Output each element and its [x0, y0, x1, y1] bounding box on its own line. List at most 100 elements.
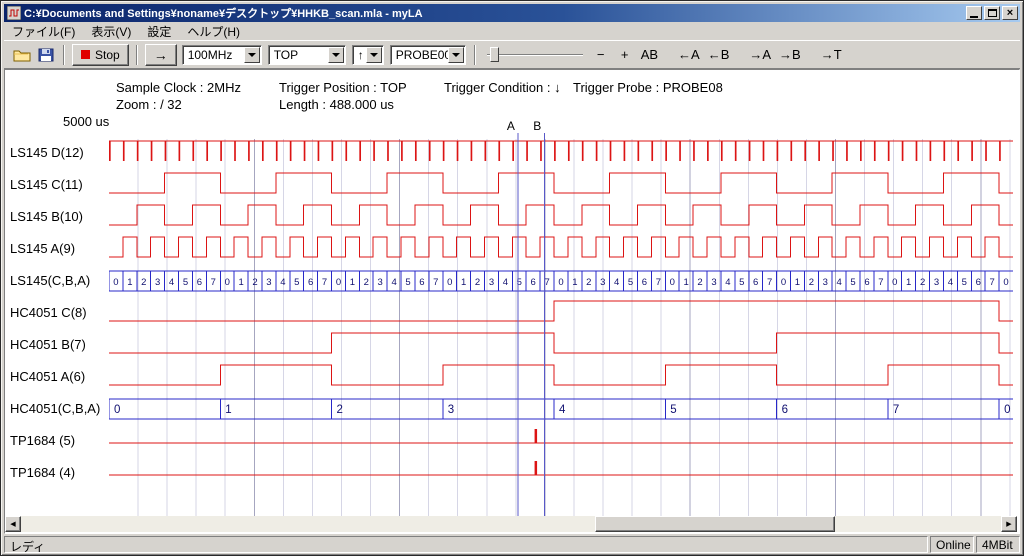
- strobe-pulse: [971, 141, 973, 161]
- open-file-button[interactable]: [10, 44, 34, 66]
- bus-value: 1: [461, 277, 466, 288]
- menubar: ファイル(F) 表示(V) 設定 ヘルプ(H): [4, 22, 1020, 40]
- marker-label-a: A: [507, 119, 515, 133]
- waveform-trace: [109, 333, 1013, 353]
- set-marker-a-button[interactable]: →A: [746, 44, 774, 65]
- strobe-pulse: [109, 141, 111, 161]
- bus-value: 4: [614, 277, 619, 288]
- toolbar-separator: [474, 45, 476, 65]
- bus-value: 1: [795, 277, 800, 288]
- menu-help[interactable]: ヘルプ(H): [179, 21, 248, 42]
- bus-value: 0: [225, 277, 230, 288]
- strobe-pulse: [192, 141, 194, 161]
- bus-value: 6: [864, 277, 869, 288]
- stop-button[interactable]: Stop: [72, 44, 129, 66]
- toolbar: Stop → 100MHz TOP ↑ PROBE00 − + AB: [4, 40, 1020, 69]
- scroll-left-button[interactable]: ◀: [5, 516, 21, 532]
- strobe-pulse: [568, 141, 570, 161]
- bus-value: 0: [113, 277, 118, 288]
- bus-value: 3: [155, 277, 160, 288]
- trigger-condition-info: Trigger Condition : ↓: [444, 80, 561, 95]
- bus-value: 4: [948, 277, 953, 288]
- zoom-in-button[interactable]: +: [614, 44, 636, 65]
- chevron-down-icon[interactable]: [328, 47, 344, 63]
- bus-value: 1: [350, 277, 355, 288]
- maximize-button[interactable]: [984, 6, 1000, 20]
- strobe-pulse: [846, 141, 848, 161]
- channel-label: HC4051 A(6): [10, 369, 108, 385]
- zoom-slider[interactable]: [485, 45, 585, 65]
- bus-value: 1: [127, 277, 132, 288]
- bus-value: 4: [725, 277, 730, 288]
- bus-value: 3: [711, 277, 716, 288]
- strobe-pulse: [818, 141, 820, 161]
- bus-value: 0: [892, 277, 897, 288]
- menu-settings[interactable]: 設定: [139, 21, 179, 42]
- goto-marker-b-button[interactable]: ←B: [705, 44, 733, 65]
- strobe-pulse: [429, 141, 431, 161]
- stop-button-label: Stop: [95, 48, 120, 62]
- channel-label: HC4051 C(8): [10, 305, 108, 321]
- bus-value: 3: [489, 277, 494, 288]
- bus-value: 4: [837, 277, 842, 288]
- bus-value: 2: [475, 277, 480, 288]
- chevron-down-icon[interactable]: [244, 47, 260, 63]
- bus-value: 3: [378, 277, 383, 288]
- waveform-trace: [109, 365, 1013, 385]
- scroll-right-button[interactable]: ▶: [1001, 516, 1017, 532]
- waveform-canvas[interactable]: 0123456701234567012345670123456701234567…: [109, 119, 1013, 519]
- scroll-thumb[interactable]: [595, 516, 835, 532]
- set-marker-b-button[interactable]: →B: [776, 44, 804, 65]
- channel-label: HC4051 B(7): [10, 337, 108, 353]
- strobe-pulse: [735, 141, 737, 161]
- bus-value: 5: [628, 277, 633, 288]
- horizontal-scrollbar[interactable]: ◀ ▶: [5, 516, 1017, 532]
- strobe-pulse: [290, 141, 292, 161]
- save-file-button[interactable]: [34, 44, 58, 66]
- titlebar[interactable]: C:¥Documents and Settings¥noname¥デスクトップ¥…: [4, 4, 1020, 22]
- trigger-position-select-value: TOP: [274, 48, 298, 62]
- strobe-pulse: [957, 141, 959, 161]
- trigger-edge-select[interactable]: ↑: [352, 45, 384, 65]
- trigger-position-select[interactable]: TOP: [268, 45, 346, 65]
- sample-clock-select[interactable]: 100MHz: [182, 45, 262, 65]
- bus-value: 4: [169, 277, 174, 288]
- length-info: Length : 488.000 us: [279, 97, 394, 112]
- bus-value: 0: [114, 404, 120, 416]
- channel-label: HC4051(C,B,A): [10, 401, 108, 417]
- strobe-pulse: [554, 141, 556, 161]
- strobe-pulse: [137, 141, 139, 161]
- combo-arrow-shape: [370, 53, 378, 61]
- run-button[interactable]: →: [145, 44, 177, 66]
- goto-marker-a-button[interactable]: ←A: [675, 44, 703, 65]
- waveform-area[interactable]: 0123456701234567012345670123456701234567…: [109, 119, 1013, 519]
- bus-value: 7: [433, 277, 438, 288]
- strobe-pulse: [318, 141, 320, 161]
- trigger-probe-select[interactable]: PROBE00: [390, 45, 466, 65]
- bus-value: 0: [670, 277, 675, 288]
- close-button[interactable]: ×: [1002, 6, 1018, 20]
- trigger-position-info: Trigger Position : TOP: [279, 80, 407, 95]
- bus-value: 1: [684, 277, 689, 288]
- zoom-out-button[interactable]: −: [590, 44, 612, 65]
- waveform-trace: [109, 237, 1013, 257]
- strobe-pulse: [999, 141, 1001, 161]
- strobe-pulse: [637, 141, 639, 161]
- goto-trigger-button[interactable]: →T: [818, 44, 845, 65]
- strobe-pulse: [248, 141, 250, 161]
- strobe-pulse: [679, 141, 681, 161]
- app-icon: [7, 6, 21, 20]
- chevron-down-icon[interactable]: [448, 47, 464, 63]
- zoom-slider-track: [487, 54, 583, 56]
- menu-view[interactable]: 表示(V): [83, 21, 139, 42]
- chevron-down-icon[interactable]: [366, 47, 382, 63]
- bus-value: 2: [920, 277, 925, 288]
- zoom-slider-thumb[interactable]: [490, 47, 499, 62]
- bus-value: 1: [225, 404, 231, 416]
- bus-value: 0: [558, 277, 563, 288]
- strobe-pulse: [888, 141, 890, 161]
- minimize-button[interactable]: [966, 6, 982, 20]
- bus-value: 4: [280, 277, 285, 288]
- menu-file[interactable]: ファイル(F): [4, 21, 83, 42]
- ab-range-button[interactable]: AB: [638, 44, 661, 65]
